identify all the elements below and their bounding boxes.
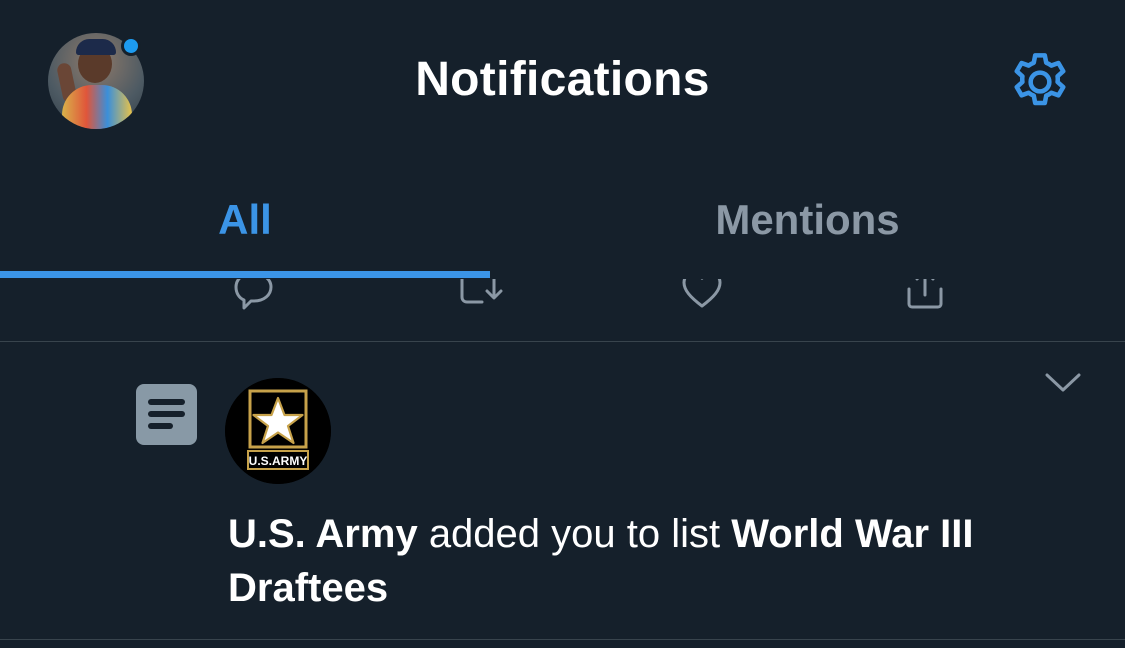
tab-all-label: All <box>218 196 272 243</box>
share-icon[interactable] <box>900 279 950 313</box>
tab-mentions[interactable]: Mentions <box>490 165 1125 275</box>
tab-mentions-label: Mentions <box>715 196 900 243</box>
page-title: Notifications <box>415 53 710 106</box>
us-army-avatar[interactable]: U.S.ARMY <box>225 378 331 484</box>
row-divider <box>0 639 1125 640</box>
actor-name[interactable]: U.S. Army <box>228 512 418 556</box>
notification-action: added you to list <box>428 512 721 556</box>
notification-tabs: All Mentions <box>0 165 1125 279</box>
notification-text: U.S. Army added you to list World War II… <box>228 507 1098 615</box>
chevron-down-icon[interactable] <box>1044 370 1082 396</box>
reply-icon[interactable] <box>230 279 278 313</box>
retweet-icon[interactable] <box>456 279 508 313</box>
gear-icon[interactable] <box>1006 48 1074 116</box>
army-logo-text: U.S.ARMY <box>249 454 308 468</box>
tweet-action-bar <box>0 279 1125 341</box>
active-tab-indicator <box>0 271 490 278</box>
notifications-screen: Notifications All Mentions U.S.ARMY U.S.… <box>0 0 1125 648</box>
notification-item[interactable]: U.S.ARMY U.S. Army added you to list Wor… <box>0 342 1125 639</box>
list-icon <box>136 384 197 445</box>
top-header: Notifications <box>0 0 1125 165</box>
tab-all[interactable]: All <box>0 165 490 275</box>
like-icon[interactable] <box>678 279 726 313</box>
